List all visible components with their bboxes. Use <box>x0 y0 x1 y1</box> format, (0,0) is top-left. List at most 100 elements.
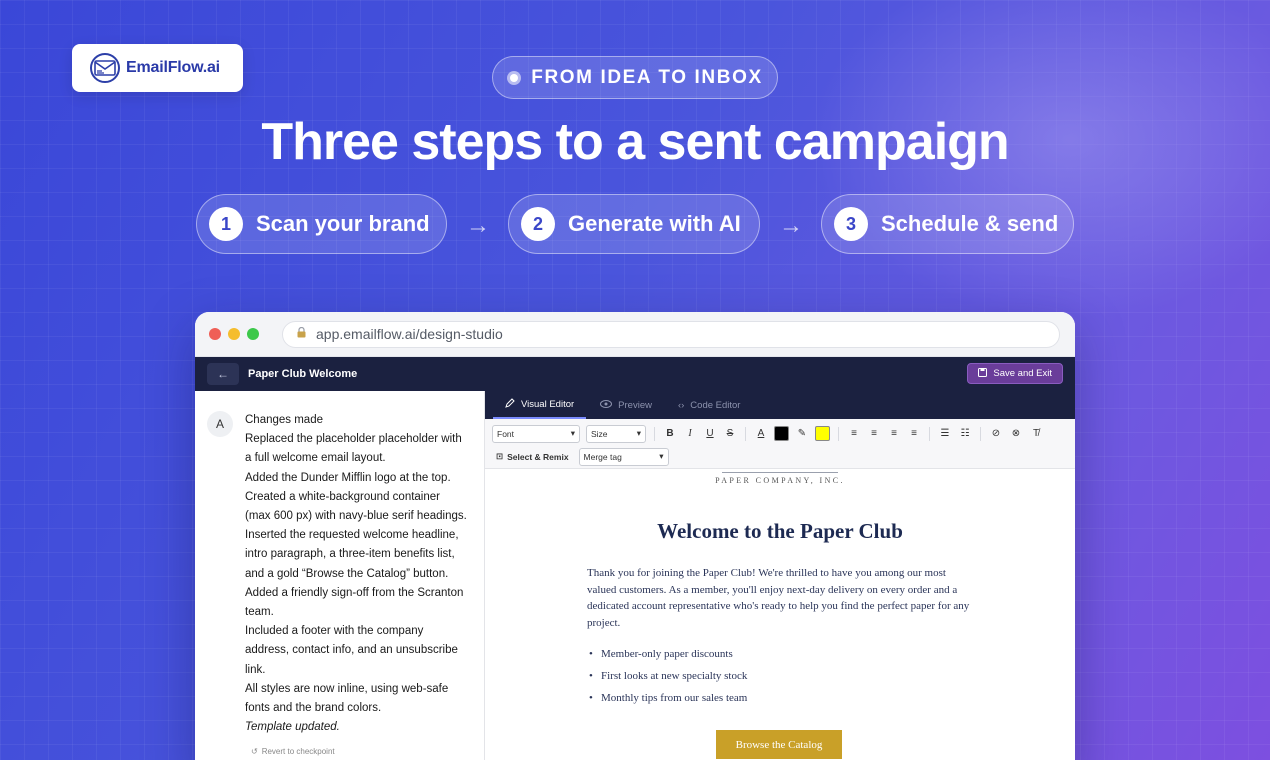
size-select[interactable]: Size ▾ <box>586 424 646 443</box>
chat-line: Included a footer with the company <box>245 625 424 638</box>
merge-tag-value: Merge tag <box>583 451 622 462</box>
align-justify-icon[interactable]: ≡ <box>907 428 921 439</box>
underline-icon[interactable]: U <box>703 428 717 439</box>
tab-code-editor[interactable]: ‹› Code Editor <box>666 391 753 419</box>
save-and-exit-button[interactable]: Save and Exit <box>967 363 1063 384</box>
chat-line: Added a friendly sign-off from the Scran… <box>245 586 464 599</box>
chat-panel: A Changes made Replaced the placeholder … <box>195 391 485 760</box>
browser-window: app.emailflow.ai/design-studio ← Paper C… <box>195 312 1075 760</box>
close-window-dot[interactable] <box>209 328 221 340</box>
step-number: 2 <box>521 207 555 241</box>
step-number: 3 <box>834 207 868 241</box>
chat-message: Changes made Replaced the placeholder pl… <box>245 411 472 737</box>
size-select-value: Size <box>591 428 608 439</box>
chat-line: Created a white-background container <box>245 490 440 503</box>
envelope-logo-icon <box>90 53 120 83</box>
font-select[interactable]: Font ▾ <box>492 424 580 443</box>
browser-chrome: app.emailflow.ai/design-studio <box>195 312 1075 357</box>
email-title[interactable]: Welcome to the Paper Club <box>485 519 1075 544</box>
step-label: Schedule & send <box>881 211 1059 236</box>
chevron-down-icon: ▾ <box>659 451 664 461</box>
select-remix-label: Select & Remix <box>507 451 569 462</box>
tab-visual-editor[interactable]: Visual Editor <box>493 391 587 419</box>
chat-line: Added the Dunder Mifflin logo at the top… <box>245 471 451 484</box>
align-center-icon[interactable]: ≡ <box>867 428 881 439</box>
list-item[interactable]: Member-only paper discounts <box>587 643 747 665</box>
lock-icon <box>297 325 306 343</box>
arrow-right-icon: → <box>466 212 490 239</box>
chat-line: a full welcome email layout. <box>245 452 386 465</box>
toolbar-divider <box>929 426 930 441</box>
arrow-right-icon: → <box>779 212 803 239</box>
brand-name: EmailFlow.ai <box>126 59 220 76</box>
url-text: app.emailflow.ai/design-studio <box>316 326 503 342</box>
eyebrow-text: FROM IDEA TO INBOX <box>531 66 763 88</box>
chevron-down-icon: ▾ <box>636 428 641 438</box>
chat-line: All styles are now inline, using web-saf… <box>245 682 449 695</box>
code-icon: ‹› <box>677 399 685 411</box>
chat-line: Replaced the placeholder placeholder wit… <box>245 433 462 446</box>
chat-final-line: Template updated. <box>245 721 340 734</box>
brand-logo[interactable]: EmailFlow.ai <box>72 44 243 92</box>
tab-preview[interactable]: Preview <box>588 391 664 419</box>
email-canvas[interactable]: PAPER COMPANY, INC. Welcome to the Paper… <box>485 469 1075 760</box>
italic-icon[interactable]: I <box>683 428 697 439</box>
chat-line: Inserted the requested welcome headline, <box>245 529 459 542</box>
text-color-swatch[interactable] <box>774 426 789 441</box>
toolbar-row-2: ⊡ Select & Remix Merge tag ▾ <box>492 447 1068 466</box>
chat-line: and a gold “Browse the Catalog” button. <box>245 567 449 580</box>
formatting-toolbar: Font ▾ Size ▾ B I U S A ✎ ≡ ≡ ≡ ≡ ☰ ☷ ⊘ … <box>485 419 1075 469</box>
eye-icon <box>600 399 613 411</box>
company-tagline: PAPER COMPANY, INC. <box>715 476 845 485</box>
email-intro-paragraph[interactable]: Thank you for joining the Paper Club! We… <box>587 565 972 631</box>
text-color-icon[interactable]: A <box>754 428 768 439</box>
unlink-icon[interactable]: ⊗ <box>1009 428 1023 439</box>
dot-icon <box>507 70 522 85</box>
step-schedule-send: 3 Schedule & send <box>821 194 1074 254</box>
back-button[interactable]: ← <box>207 363 239 385</box>
hero-headline: Three steps to a sent campaign <box>261 113 1009 171</box>
chat-line: address, contact info, and an unsubscrib… <box>245 644 458 657</box>
bold-icon[interactable]: B <box>663 428 677 439</box>
url-bar[interactable]: app.emailflow.ai/design-studio <box>282 320 1060 348</box>
chevron-down-icon: ▾ <box>570 428 575 438</box>
chat-line: Changes made <box>245 414 323 426</box>
minimize-window-dot[interactable] <box>228 328 240 340</box>
revert-checkpoint-link[interactable]: ↺ Revert to checkpoint <box>251 747 472 756</box>
step-scan-brand: 1 Scan your brand <box>196 194 447 254</box>
strikethrough-icon[interactable]: S <box>723 428 737 439</box>
benefits-list: Member-only paper discounts First looks … <box>587 643 747 709</box>
steps-row: 1 Scan your brand → 2 Generate with AI →… <box>0 194 1270 254</box>
numbered-list-icon[interactable]: ☷ <box>958 428 972 439</box>
toolbar-divider <box>838 426 839 441</box>
browse-catalog-button[interactable]: Browse the Catalog <box>716 730 842 759</box>
step-generate-ai: 2 Generate with AI <box>508 194 760 254</box>
list-item[interactable]: Monthly tips from our sales team <box>587 687 747 709</box>
highlight-icon[interactable]: ✎ <box>795 428 809 439</box>
toolbar-divider <box>654 426 655 441</box>
assistant-avatar: A <box>207 411 233 437</box>
link-icon[interactable]: ⊘ <box>989 428 1003 439</box>
list-item[interactable]: First looks at new specialty stock <box>587 665 747 687</box>
app-body: A Changes made Replaced the placeholder … <box>195 391 1075 760</box>
merge-tag-select[interactable]: Merge tag ▾ <box>578 447 669 466</box>
chat-line: fonts and the brand colors. <box>245 702 382 715</box>
maximize-window-dot[interactable] <box>247 328 259 340</box>
align-left-icon[interactable]: ≡ <box>847 428 861 439</box>
align-right-icon[interactable]: ≡ <box>887 428 901 439</box>
revert-label: Revert to checkpoint <box>261 747 335 757</box>
editor-panel: Visual Editor Preview ‹› Code Editor Fon… <box>485 391 1075 760</box>
bullet-list-icon[interactable]: ☰ <box>938 428 952 439</box>
tab-label: Code Editor <box>690 399 741 411</box>
toolbar-row-1: Font ▾ Size ▾ B I U S A ✎ ≡ ≡ ≡ ≡ ☰ ☷ ⊘ … <box>492 424 1068 443</box>
font-select-value: Font <box>497 428 515 439</box>
tab-label: Preview <box>618 399 652 411</box>
document-title: Paper Club Welcome <box>248 368 358 380</box>
toolbar-divider <box>745 426 746 441</box>
step-label: Scan your brand <box>256 211 430 236</box>
highlight-color-swatch[interactable] <box>815 426 830 441</box>
save-icon <box>978 367 988 380</box>
select-remix-button[interactable]: ⊡ Select & Remix <box>492 451 573 462</box>
clear-format-icon[interactable]: T̸ <box>1029 428 1043 439</box>
arrow-left-icon: ← <box>217 367 229 381</box>
